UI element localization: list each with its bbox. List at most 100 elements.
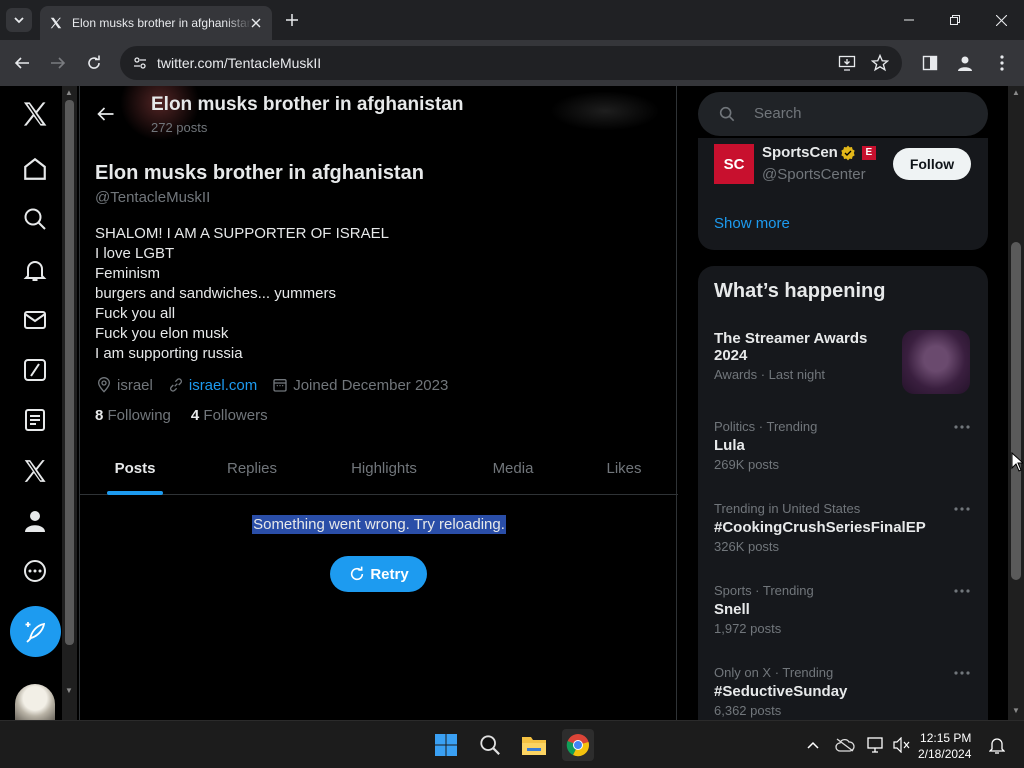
trend-more-icon[interactable] (952, 665, 972, 681)
account-avatar[interactable] (15, 684, 55, 720)
system-clock[interactable]: 12:15 PM 2/18/2024 (918, 730, 971, 762)
explore-search-icon[interactable] (17, 201, 53, 237)
restore-icon[interactable] (932, 0, 978, 40)
trend-thumbnail[interactable] (902, 330, 970, 394)
browser-toolbar: twitter.com/TentacleMuskII (0, 40, 1024, 86)
website-link[interactable]: israel.com (189, 377, 257, 394)
messages-envelope-icon[interactable] (17, 302, 53, 338)
page-scrollbar[interactable]: ▲ ▼ (1008, 86, 1024, 720)
reload-icon[interactable] (82, 51, 106, 75)
back-arrow-icon[interactable] (94, 102, 118, 126)
suggestion-name[interactable]: SportsCen E (762, 144, 876, 161)
x-home-logo-icon[interactable] (17, 96, 53, 132)
taskbar-search-icon[interactable] (474, 729, 506, 761)
bio-line: burgers and sandwiches... yummers (95, 285, 336, 302)
verified-badge-icon (840, 145, 856, 161)
new-tab-plus-icon[interactable] (282, 10, 302, 30)
header-post-count: 272 posts (151, 120, 208, 135)
calendar-icon (271, 376, 289, 394)
retry-button[interactable]: Retry (330, 556, 427, 592)
side-panel-icon[interactable] (918, 51, 942, 75)
profile-icon[interactable] (953, 51, 977, 75)
trend-more-icon[interactable] (952, 501, 972, 517)
lists-icon[interactable] (17, 402, 53, 438)
location: israel (95, 376, 153, 394)
bio-line: Feminism (95, 265, 161, 282)
joined: Joined December 2023 (271, 376, 448, 394)
tab-replies[interactable]: Replies (190, 442, 314, 495)
profile-person-icon[interactable] (17, 503, 53, 539)
link-icon (167, 376, 185, 394)
trend-item[interactable]: Trending in United States #CookingCrushS… (714, 501, 972, 554)
tab-title: Elon musks brother in afghanistan / X (72, 16, 252, 30)
location-text: israel (117, 376, 153, 394)
search-icon (718, 105, 736, 123)
profile-handle: @TentacleMuskII (95, 189, 211, 206)
compose-post-button[interactable] (10, 606, 61, 657)
volume-muted-icon[interactable] (892, 735, 912, 755)
error-message: Something went wrong. Try reloading. (252, 515, 506, 534)
tab-likes[interactable]: Likes (572, 442, 676, 495)
tab-posts[interactable]: Posts (80, 442, 190, 495)
browser-tab-active[interactable]: Elon musks brother in afghanistan / X (40, 6, 272, 40)
web-page: ▲ ▼ Elon musks brother in afghanistan 27… (0, 86, 1024, 720)
nav-scrollbar[interactable]: ▲ ▼ (62, 86, 77, 720)
notification-bell-icon[interactable] (987, 735, 1007, 755)
location-pin-icon (95, 376, 113, 394)
trend-item[interactable]: The Streamer Awards 2024 Awards · Last n… (714, 330, 904, 382)
trend-item[interactable]: Sports · Trending Snell 1,972 posts (714, 583, 972, 636)
bookmark-star-icon[interactable] (871, 54, 889, 72)
trend-item[interactable]: Politics · Trending Lula 269K posts (714, 419, 972, 472)
tab-close-icon[interactable] (248, 15, 264, 31)
refresh-icon (348, 565, 366, 583)
back-arrow-icon[interactable] (10, 51, 34, 75)
whats-happening-title: What’s happening (714, 280, 886, 302)
more-circle-icon[interactable] (17, 553, 53, 589)
tray-chevron-up-icon[interactable] (803, 735, 823, 755)
window-close-icon[interactable] (978, 0, 1024, 40)
follow-button[interactable]: Follow (893, 148, 971, 180)
chrome-icon[interactable] (562, 729, 594, 761)
forward-arrow-icon[interactable] (46, 51, 70, 75)
banner-blur (550, 91, 660, 131)
address-bar[interactable]: twitter.com/TentacleMuskII (120, 46, 902, 80)
search-input[interactable]: Search (698, 92, 988, 136)
tab-media[interactable]: Media (454, 442, 572, 495)
profile-name: Elon musks brother in afghanistan (95, 162, 424, 184)
bio-line: Fuck you all (95, 305, 176, 322)
premium-x-icon[interactable] (17, 453, 53, 489)
file-explorer-folder-icon[interactable] (518, 729, 550, 761)
website: israel.com (167, 376, 257, 394)
profile-bio: SHALOM! I AM A SUPPORTER OF ISRAEL I lov… (95, 224, 389, 364)
grok-slash-icon[interactable] (17, 352, 53, 388)
notifications-bell-icon[interactable] (17, 252, 53, 288)
onedrive-cloud-icon[interactable] (835, 735, 855, 755)
bio-line: I love LGBT (95, 245, 175, 262)
site-info-icon[interactable] (132, 55, 148, 71)
trend-item[interactable]: Only on X · Trending #SeductiveSunday 6,… (714, 665, 972, 718)
profile-tabs: Posts Replies Highlights Media Likes (80, 442, 678, 495)
install-app-icon[interactable] (838, 54, 856, 72)
start-windows-icon[interactable] (430, 729, 462, 761)
trend-more-icon[interactable] (952, 419, 972, 435)
show-more-link[interactable]: Show more (714, 215, 790, 232)
windows-taskbar: 12:15 PM 2/18/2024 (0, 720, 1024, 768)
suggestion-handle: @SportsCenter (762, 166, 866, 183)
feather-plus-icon (25, 621, 45, 643)
tab-search-chevron-icon[interactable] (6, 8, 32, 32)
right-sidebar: Search SC SportsCen E @SportsCenter Foll… (678, 86, 1008, 720)
followers-link[interactable]: 4 Followers (191, 407, 268, 424)
network-icon[interactable] (866, 735, 886, 755)
home-icon[interactable] (17, 151, 53, 187)
trend-more-icon[interactable] (952, 583, 972, 599)
whats-happening-card: What’s happening The Streamer Awards 202… (698, 266, 988, 720)
joined-text: Joined December 2023 (293, 376, 449, 394)
minimize-icon[interactable] (886, 0, 932, 40)
tab-highlights[interactable]: Highlights (314, 442, 454, 495)
following-link[interactable]: 8 Following (95, 407, 171, 424)
url-text: twitter.com/TentacleMuskII (157, 55, 322, 71)
sportscenter-avatar[interactable]: SC (714, 144, 754, 184)
left-navigation: ▲ ▼ (0, 86, 78, 720)
follow-counts: 8 Following 4 Followers (95, 407, 288, 424)
menu-kebab-icon[interactable] (990, 51, 1014, 75)
